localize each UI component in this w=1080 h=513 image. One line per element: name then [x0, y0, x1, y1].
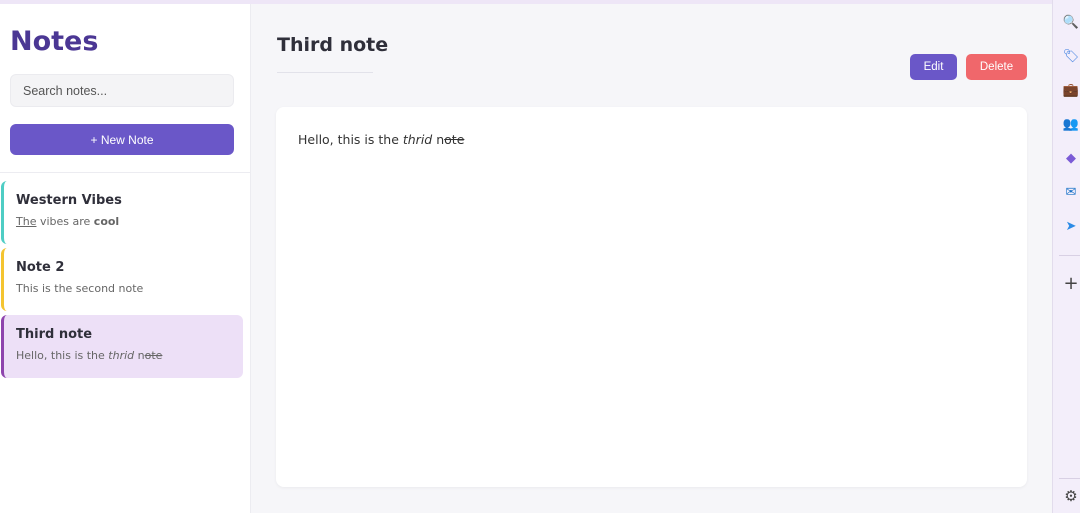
copilot-icon[interactable]: ◆: [1061, 148, 1080, 168]
text-run: thrid: [402, 132, 433, 147]
send-icon[interactable]: ➤: [1061, 216, 1080, 236]
note-list: Western Vibes The vibes are cool Note 2 …: [1, 181, 243, 382]
new-note-button[interactable]: + New Note: [10, 124, 234, 155]
edit-button[interactable]: Edit: [910, 54, 957, 80]
text-run: ote: [144, 349, 163, 362]
text-run: thrid: [108, 349, 135, 362]
note-preview: Hello, this is the thrid note: [16, 349, 243, 362]
note-title: Note 2: [16, 260, 65, 275]
text-run: The: [16, 215, 37, 228]
text-run: n: [432, 132, 445, 147]
note-content[interactable]: Hello, this is the thrid note: [276, 107, 1027, 487]
notes-app: Notes + New Note Western Vibes The vibes…: [0, 4, 1052, 513]
note-title: Third note: [16, 327, 93, 342]
text-run: ote: [444, 132, 465, 147]
note-heading: Third note: [277, 34, 389, 56]
note-item-note-2[interactable]: Note 2 This is the second note: [1, 248, 243, 311]
sidebar: Notes + New Note Western Vibes The vibes…: [0, 4, 251, 513]
rail-divider: [1059, 255, 1080, 256]
text-run: cool: [93, 215, 120, 228]
people-icon[interactable]: 👥: [1061, 114, 1080, 134]
note-body: Hello, this is the thrid note: [298, 132, 1005, 147]
rail-divider: [1059, 478, 1080, 479]
text-run: vibes are: [36, 215, 94, 228]
note-view: Third note Edit Delete Hello, this is th…: [251, 4, 1052, 513]
search-icon[interactable]: 🔍: [1061, 12, 1080, 32]
text-run: n: [134, 349, 145, 362]
note-item-western-vibes[interactable]: Western Vibes The vibes are cool: [1, 181, 243, 244]
sidebar-divider: [0, 172, 251, 173]
briefcase-icon[interactable]: 💼: [1061, 80, 1080, 100]
search-input[interactable]: [10, 74, 234, 107]
note-preview: The vibes are cool: [16, 215, 243, 228]
app-title: Notes: [10, 26, 99, 57]
settings-icon[interactable]: ⚙: [1061, 486, 1080, 506]
note-title: Western Vibes: [16, 193, 122, 208]
text-run: Hello, this is the: [298, 132, 403, 147]
text-run: Hello, this is the: [16, 349, 109, 362]
title-underline: [277, 72, 373, 73]
note-item-third-note[interactable]: Third note Hello, this is the thrid note: [1, 315, 243, 378]
add-icon[interactable]: +: [1061, 273, 1080, 294]
tag-icon[interactable]: 🏷: [1061, 46, 1080, 66]
text-run: This is the second note: [16, 282, 144, 295]
note-preview: This is the second note: [16, 282, 243, 295]
browser-sidebar: 🔍 🏷 💼 👥 ◆ ✉ ➤ + ⚙: [1052, 0, 1080, 513]
delete-button[interactable]: Delete: [966, 54, 1027, 80]
outlook-icon[interactable]: ✉: [1061, 182, 1080, 202]
